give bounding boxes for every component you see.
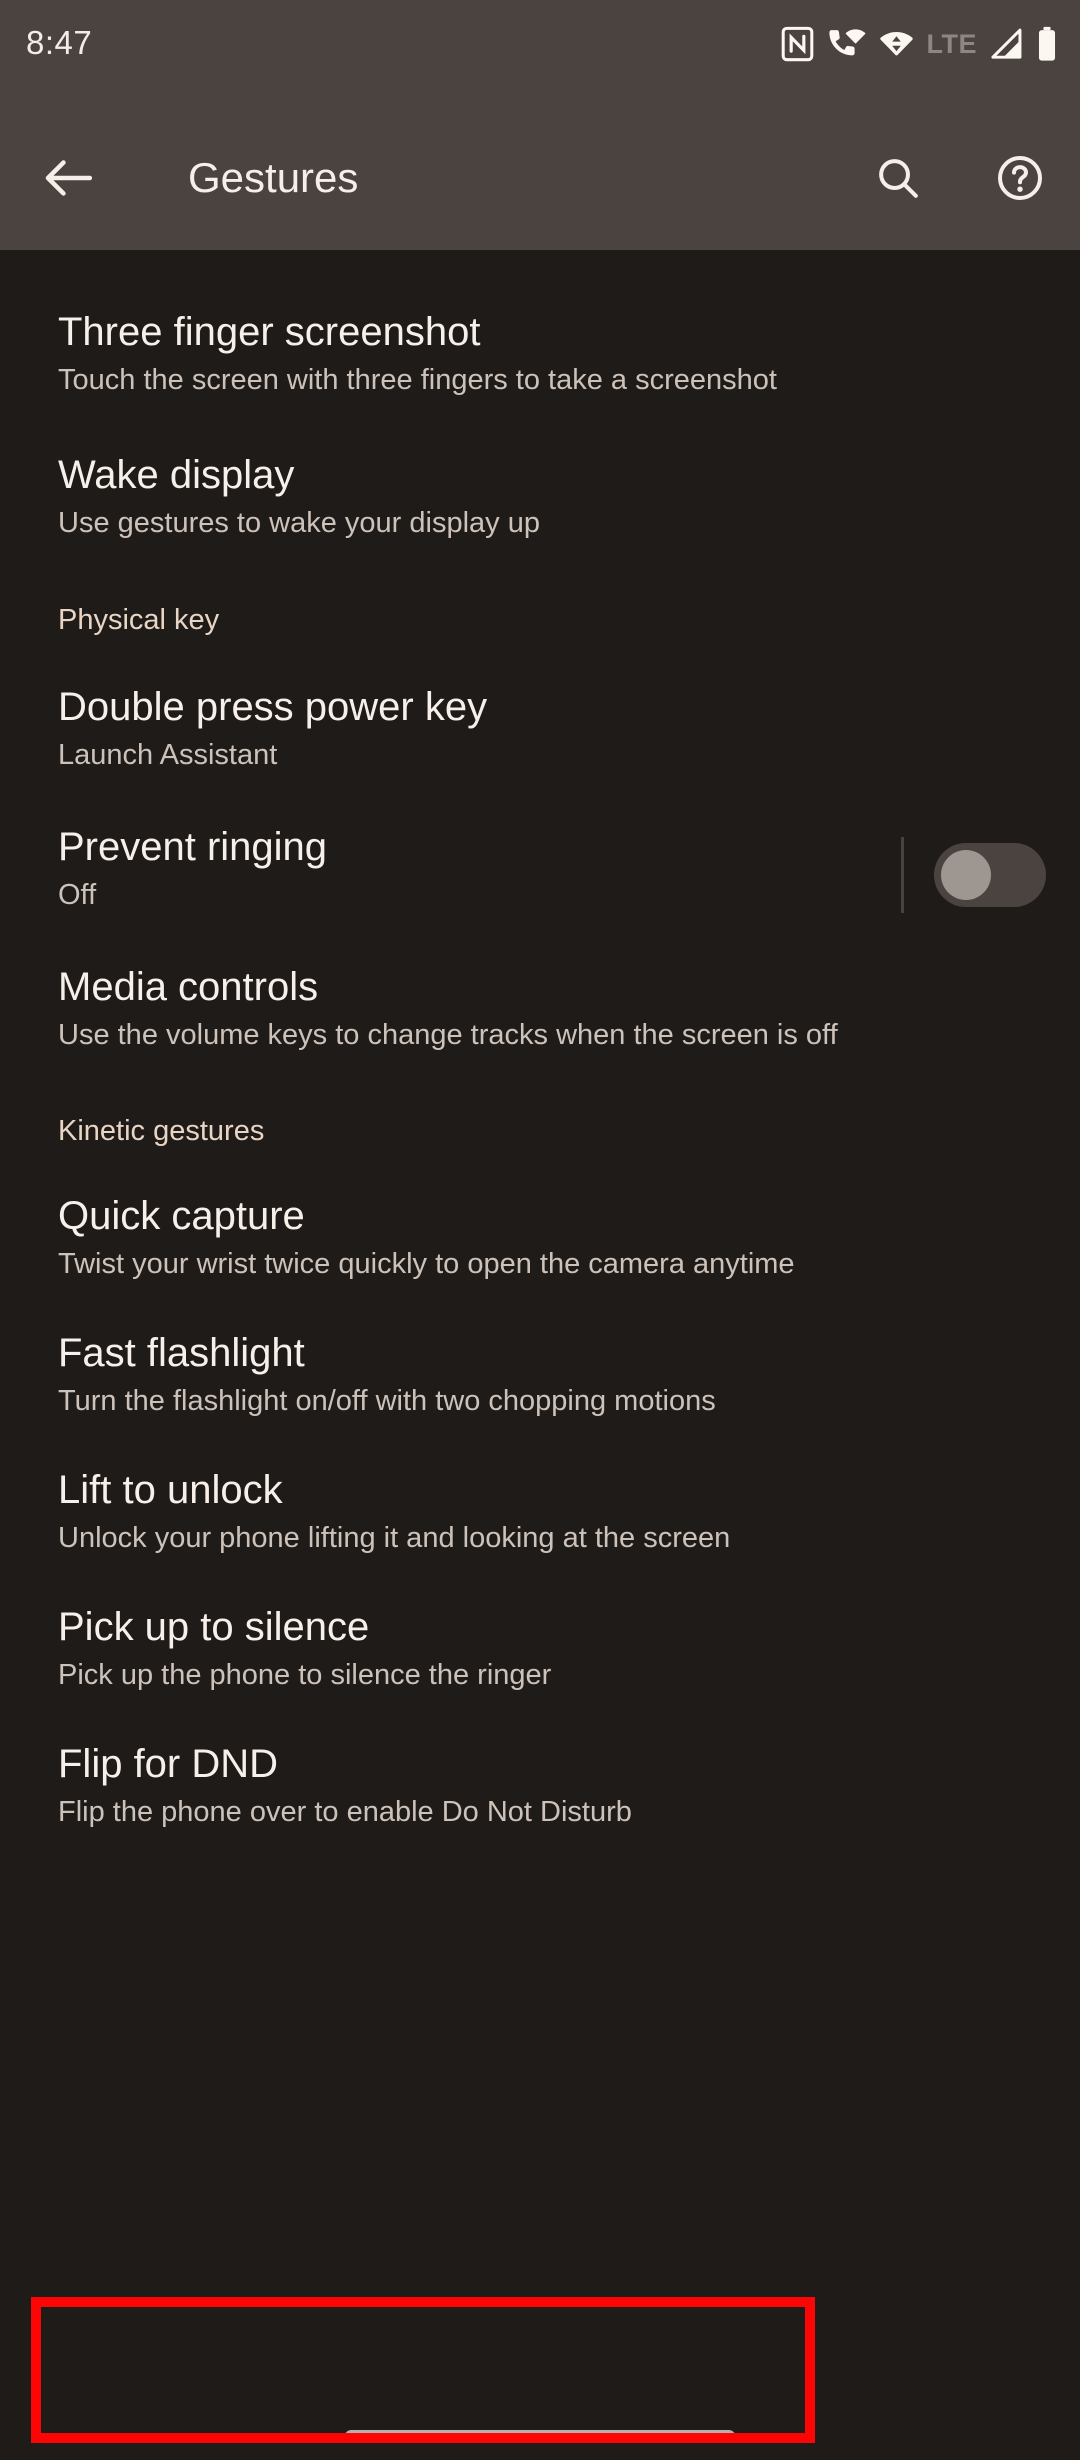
- list-item-double-press-power-key[interactable]: Double press power key Launch Assistant: [0, 637, 1080, 772]
- wifi-transfer-icon: [879, 31, 913, 56]
- section-header-label: Physical key: [58, 604, 220, 636]
- list-item-fast-flashlight[interactable]: Fast flashlight Turn the flashlight on/o…: [0, 1281, 1080, 1418]
- battery-icon: [1038, 26, 1056, 61]
- section-header-kinetic-gestures: Kinetic gestures: [0, 1052, 1080, 1148]
- list-item-summary: Pick up the phone to silence the ringer: [58, 1659, 552, 1691]
- list-item-summary: Turn the flashlight on/off with two chop…: [58, 1385, 716, 1417]
- list-item-title: Lift to unlock: [58, 1468, 283, 1512]
- switch-thumb: [941, 850, 991, 900]
- section-header-physical-key: Physical key: [0, 540, 1080, 637]
- list-item-title: Wake display: [58, 453, 295, 497]
- list-item-pick-up-to-silence[interactable]: Pick up to silence Pick up the phone to …: [0, 1555, 1080, 1692]
- list-item-title: Prevent ringing: [58, 825, 328, 869]
- list-item-summary: Touch the screen with three fingers to t…: [58, 364, 777, 396]
- help-circle-icon: [998, 156, 1042, 200]
- gesture-nav-pill[interactable]: [345, 2430, 735, 2442]
- arrow-left-icon: [45, 160, 92, 196]
- list-item-title: Flip for DND: [58, 1742, 279, 1786]
- vertical-divider: [901, 837, 904, 913]
- prevent-ringing-switch[interactable]: [934, 843, 1046, 907]
- list-item-prevent-ringing[interactable]: Prevent ringing Off: [0, 772, 1080, 913]
- nfc-icon: [781, 26, 813, 62]
- list-item-title: Pick up to silence: [58, 1605, 370, 1649]
- list-item-summary: Off: [58, 879, 97, 911]
- list-item-media-controls[interactable]: Media controls Use the volume keys to ch…: [0, 913, 1080, 1052]
- app-bar: Gestures: [0, 86, 1080, 250]
- list-item-wake-display[interactable]: Wake display Use gestures to wake your d…: [0, 397, 1080, 540]
- toggle-area: [901, 837, 1046, 913]
- status-bar-clock: 8:47: [26, 24, 93, 61]
- phone-screen: 8:47 LTE Gestures Three finger screensho…: [0, 0, 1080, 2460]
- list-item-three-finger-screenshot[interactable]: Three finger screenshot Touch the screen…: [0, 250, 1080, 397]
- list-item-summary: Unlock your phone lifting it and looking…: [58, 1522, 731, 1554]
- list-item-lift-to-unlock[interactable]: Lift to unlock Unlock your phone lifting…: [0, 1418, 1080, 1555]
- section-header-label: Kinetic gestures: [58, 1115, 265, 1147]
- help-button[interactable]: [978, 142, 1062, 214]
- lte-icon: LTE: [926, 29, 977, 59]
- list-item-summary: Launch Assistant: [58, 739, 278, 771]
- list-item-title: Fast flashlight: [58, 1331, 305, 1375]
- list-item-summary: Flip the phone over to enable Do Not Dis…: [58, 1796, 632, 1828]
- cellular-signal-icon: [991, 28, 1022, 59]
- status-bar: 8:47 LTE: [0, 0, 1080, 86]
- highlight-box: [31, 2297, 815, 2443]
- list-item-title: Quick capture: [58, 1194, 305, 1238]
- search-icon: [879, 159, 918, 198]
- status-bar-icons: LTE: [781, 24, 1059, 64]
- list-item-flip-for-dnd[interactable]: Flip for DND Flip the phone over to enab…: [0, 1692, 1080, 1829]
- list-item-summary: Twist your wrist twice quickly to open t…: [58, 1248, 795, 1280]
- list-item-title: Media controls: [58, 965, 319, 1009]
- vowifi-icon: [828, 29, 865, 56]
- back-button[interactable]: [26, 142, 110, 214]
- settings-list: Three finger screenshot Touch the screen…: [0, 250, 1080, 1829]
- list-item-text-block: Prevent ringing Off: [58, 823, 327, 912]
- list-item-title: Double press power key: [58, 685, 488, 729]
- list-item-title: Three finger screenshot: [58, 310, 481, 354]
- list-item-summary: Use gestures to wake your display up: [58, 507, 540, 539]
- search-button[interactable]: [856, 142, 940, 214]
- page-title: Gestures: [188, 154, 359, 201]
- list-item-summary: Use the volume keys to change tracks whe…: [58, 1019, 838, 1051]
- list-item-quick-capture[interactable]: Quick capture Twist your wrist twice qui…: [0, 1148, 1080, 1281]
